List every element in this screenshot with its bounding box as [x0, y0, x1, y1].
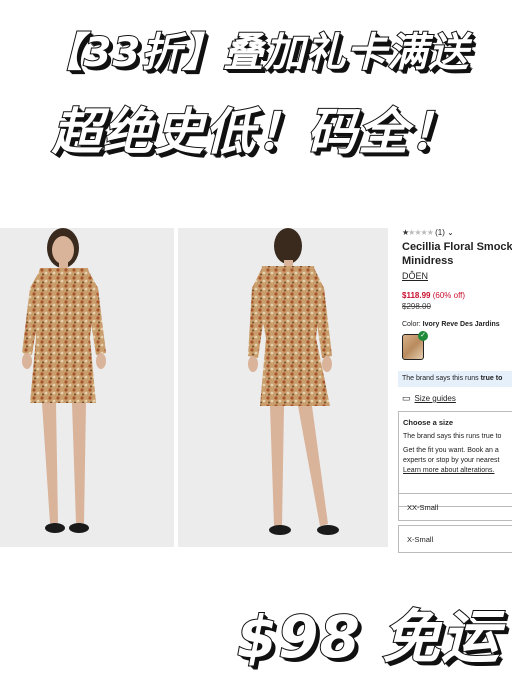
ruler-icon: ▭ — [402, 393, 411, 403]
product-photo-back[interactable] — [178, 228, 388, 547]
color-label: Color: — [402, 321, 421, 328]
chevron-down-icon: ⌄ — [447, 228, 454, 237]
choose-size-line1: The brand says this runs true to — [403, 433, 502, 440]
price-line: $118.99 (60% off) — [402, 291, 465, 300]
product-title-line2: Minidress — [402, 255, 454, 267]
promo-banner-middle: 超绝史低！码全！ — [51, 102, 460, 162]
model-back-figure — [248, 228, 339, 535]
choose-size-heading: Choose a size — [403, 418, 454, 427]
choose-size-line2: Get the fit you want. Book an a — [403, 447, 499, 454]
fit-note-text: The brand says this runs — [402, 375, 481, 382]
product-title-line1: Cecillia Floral Smocke — [402, 241, 512, 253]
rating-count: (1) — [435, 228, 445, 237]
star-rating-icon: ★★★★★ — [402, 228, 434, 237]
product-info-panel: ★★★★★ (1) ⌄ Cecillia Floral Smocke Minid… — [396, 228, 512, 558]
sale-price: $118.99 — [402, 291, 431, 300]
size-guides-link[interactable]: ▭ Size guides — [402, 393, 456, 404]
fit-note-banner: The brand says this runs true to — [398, 371, 512, 387]
promo-banner-price: $98 免运 — [236, 602, 500, 672]
product-title: Cecillia Floral Smocke Minidress — [402, 240, 512, 268]
check-icon: ✓ — [418, 331, 428, 341]
alterations-link[interactable]: Learn more about alterations. — [403, 466, 509, 476]
brand-link[interactable]: DÔEN — [402, 271, 428, 281]
discount-percent: (60% off) — [432, 291, 466, 300]
promo-banner-top: 【33折】叠加礼卡满送 — [42, 29, 470, 77]
fit-note-bold: true to — [480, 375, 503, 382]
rating-summary[interactable]: ★★★★★ (1) ⌄ — [402, 228, 454, 237]
color-value: Ivory Reve Des Jardins — [422, 321, 500, 328]
size-option-x-small[interactable]: X-Small — [398, 525, 512, 553]
model-front-figure — [22, 228, 106, 533]
original-price: $298.00 — [402, 302, 431, 311]
product-photo-front[interactable] — [0, 228, 174, 547]
size-option-xx-small[interactable]: XX-Small — [398, 493, 512, 521]
choose-size-line3: experts or stop by your nearest — [403, 457, 500, 464]
size-guides-label: Size guides — [414, 394, 456, 403]
color-line: Color: Ivory Reve Des Jardins — [402, 321, 500, 328]
